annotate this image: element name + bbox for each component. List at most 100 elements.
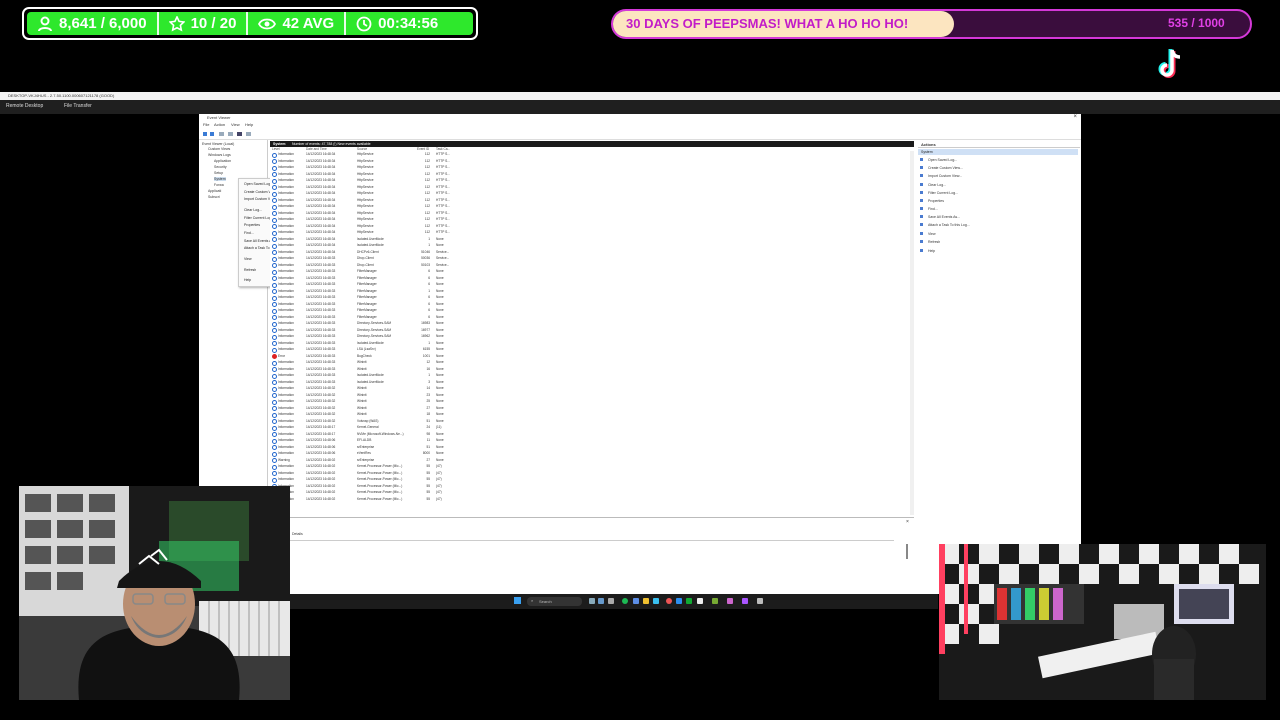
action-item[interactable]: Refresh: [920, 240, 940, 244]
cell-source: HttpService: [357, 230, 374, 234]
cell-level: Information: [278, 340, 294, 345]
cell-date-time: 14/12/2023 16:48:32: [306, 399, 336, 403]
goal-title: 30 DAYS OF PEEPSMAS! WHAT A HO HO HO!: [626, 16, 909, 31]
tab-remote-desktop[interactable]: Remote Desktop: [6, 103, 43, 109]
tree-item-setup[interactable]: Setup: [214, 171, 223, 175]
tree-item-application[interactable]: Application: [214, 159, 231, 163]
back-icon[interactable]: [203, 132, 207, 136]
cell-level: Information: [278, 444, 294, 449]
close-icon[interactable]: ×: [1073, 114, 1077, 120]
action-item[interactable]: Filter Current Log...: [920, 191, 958, 195]
cell-event-id: 11: [426, 438, 430, 442]
tree-item-forwarded[interactable]: Forwa: [214, 183, 224, 187]
cell-source: EFI-ALDB: [357, 438, 372, 442]
cell-date-time: 14/12/2023 16:48:33: [306, 327, 336, 332]
cell-level: Information: [278, 184, 294, 189]
cell-source: HttpService: [357, 217, 374, 221]
tree-item-security[interactable]: Security: [214, 165, 227, 169]
app-icon[interactable]: [742, 598, 748, 604]
help-icon[interactable]: [237, 132, 242, 136]
action-item[interactable]: View: [920, 232, 936, 236]
cell-date-time: 14/12/2023 16:48:34: [306, 165, 336, 169]
cell-source: srEnterprise: [357, 444, 375, 449]
cell-task-category: None: [436, 444, 444, 449]
action-label: Find...: [928, 207, 938, 211]
app-icon[interactable]: [676, 598, 682, 604]
action-item[interactable]: Attach a Task To this Log...: [920, 223, 970, 227]
action-item[interactable]: Open Saved Log...: [920, 158, 957, 162]
table-row[interactable]: Information14/12/2023 16:48:02Kernel-Pro…: [270, 496, 914, 502]
file-explorer-icon[interactable]: [608, 598, 614, 604]
action-item[interactable]: Save All Events As...: [920, 215, 960, 219]
ctx-open-saved-log[interactable]: Open Saved Log...: [244, 182, 273, 186]
cell-event-id: 8000: [422, 451, 430, 455]
chrome-icon[interactable]: [666, 598, 672, 604]
menu-file[interactable]: File: [203, 122, 209, 127]
app-icon[interactable]: [757, 598, 763, 604]
ctx-properties[interactable]: Properties: [244, 223, 260, 227]
cell-level: Information: [278, 230, 294, 234]
widgets-icon[interactable]: [598, 598, 604, 604]
cell-event-id: 6: [428, 308, 430, 312]
ctx-clear-log[interactable]: Clear Log...: [244, 208, 262, 212]
cell-task-category: HTTP S...: [436, 165, 450, 169]
cell-event-id: 50036: [421, 256, 430, 260]
task-view-icon[interactable]: [589, 598, 595, 604]
action-item[interactable]: Help: [920, 249, 936, 253]
ctx-view[interactable]: View: [244, 257, 252, 261]
cell-task-category: None: [436, 334, 444, 338]
app-icon[interactable]: [686, 598, 692, 604]
cell-event-id: 6155: [422, 347, 430, 351]
action-item[interactable]: Properties: [920, 199, 944, 203]
event-list-scrollbar[interactable]: [910, 151, 914, 515]
cell-event-id: 55: [426, 483, 430, 488]
action-item[interactable]: Import Custom View...: [920, 174, 962, 178]
action-icon: [920, 223, 923, 226]
remote-desktop-title: DESKTOP-VKJ4HUS - 2.7.50.1100.0006071211…: [8, 93, 115, 98]
detail-tab[interactable]: Details: [292, 532, 303, 536]
actions-title: Actions: [921, 142, 936, 147]
app-icon[interactable]: [697, 598, 703, 604]
cell-date-time: 14/12/2023 16:48:17: [306, 431, 336, 436]
menu-view[interactable]: View: [231, 122, 240, 127]
app-icon[interactable]: [633, 598, 639, 604]
properties-icon[interactable]: [228, 132, 233, 136]
cell-date-time: 14/12/2023 16:48:02: [306, 490, 336, 494]
tree-item-custom-views[interactable]: Custom Views: [208, 147, 230, 151]
edge-icon[interactable]: [653, 598, 659, 604]
tree-item-subscriptions[interactable]: Subscri: [208, 195, 220, 199]
forward-icon[interactable]: [210, 132, 214, 136]
tree-item-applications[interactable]: Applicati: [208, 189, 221, 193]
cell-level: Information: [278, 217, 294, 221]
ctx-refresh[interactable]: Refresh: [244, 268, 256, 272]
cell-task-category: None: [436, 392, 444, 397]
action-label: Help: [928, 249, 936, 253]
windows-start-icon[interactable]: [514, 597, 521, 604]
ctx-find[interactable]: Find...: [244, 231, 254, 235]
folder-icon[interactable]: [219, 132, 224, 136]
ctx-help[interactable]: Help: [244, 278, 251, 282]
action-item[interactable]: Find...: [920, 207, 938, 211]
tree-item-system[interactable]: System: [214, 177, 226, 181]
tab-file-transfer[interactable]: File Transfer: [64, 103, 92, 109]
app-icon[interactable]: [727, 598, 733, 604]
detail-scrollbar[interactable]: [906, 544, 908, 559]
cell-event-id: 112: [424, 165, 430, 169]
spotify-icon[interactable]: [622, 598, 628, 604]
action-icon: [920, 240, 923, 243]
close-icon[interactable]: ×: [906, 519, 911, 525]
menu-help[interactable]: Help: [245, 122, 253, 127]
cell-level: Information: [278, 204, 294, 208]
cell-event-id: 1: [428, 340, 430, 345]
folder-icon[interactable]: [643, 598, 649, 604]
menu-action[interactable]: Action: [214, 122, 225, 127]
tree-item-windows-logs[interactable]: Windows Logs: [208, 153, 231, 157]
action-item[interactable]: Create Custom View...: [920, 166, 963, 170]
nvidia-icon[interactable]: [712, 598, 718, 604]
taskbar-search[interactable]: ⌕ Search: [527, 597, 582, 606]
action-item[interactable]: Clear Log...: [920, 183, 946, 187]
panel-icon[interactable]: [246, 132, 251, 136]
stars-stat: 10 / 20: [159, 12, 249, 35]
tree-item-event-viewer[interactable]: Event Viewer (Local): [202, 142, 234, 146]
cell-date-time: 14/12/2023 16:48:33: [306, 269, 336, 273]
